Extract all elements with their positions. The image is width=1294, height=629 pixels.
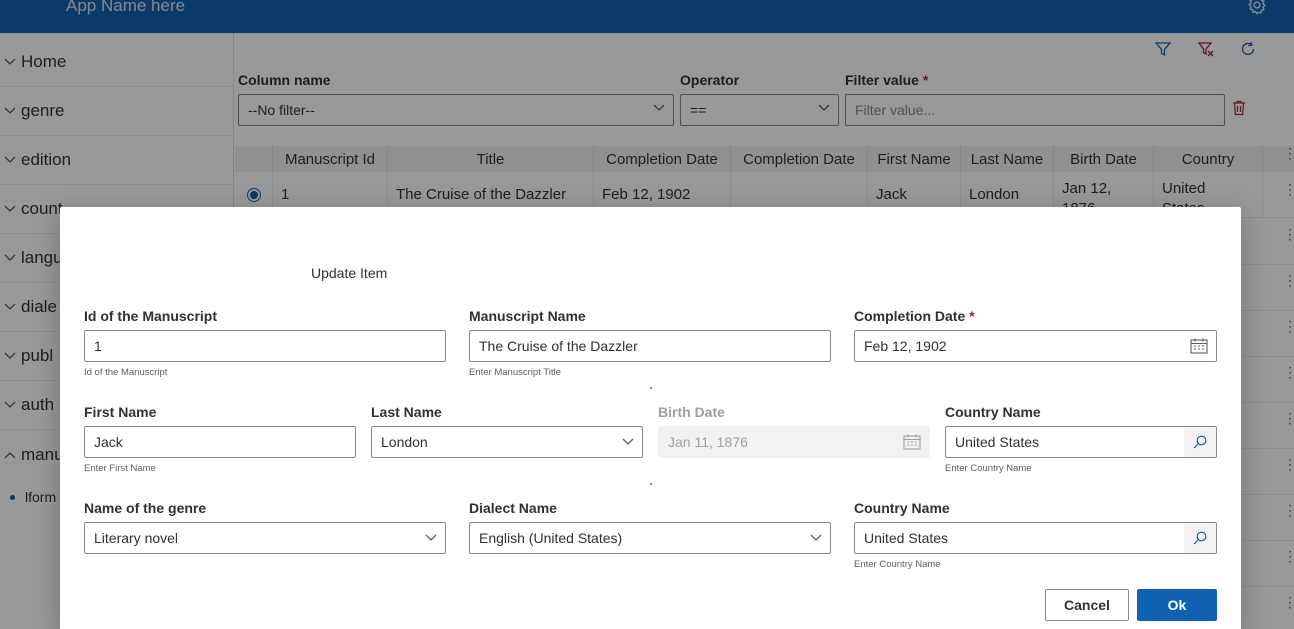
dialect-value: English (United States) [479, 530, 623, 546]
completion-date-label-text: Completion Date [854, 308, 966, 324]
country-name-2-label: Country Name [854, 500, 950, 516]
update-item-dialog: Update Item Id of the Manuscript 1 Id of… [60, 207, 1241, 629]
divider-dot [650, 483, 652, 485]
country-name-2-value: United States [864, 530, 949, 546]
country-name-2-hint: Enter Country Name [854, 559, 941, 570]
cancel-button[interactable]: Cancel [1045, 589, 1129, 621]
country-name-label: Country Name [945, 404, 1041, 420]
country-2-search-button[interactable] [1184, 523, 1216, 553]
country-name-2-search[interactable]: United States [854, 522, 1217, 554]
first-name-hint: Enter First Name [84, 463, 156, 474]
divider-dot [650, 387, 652, 389]
id-label: Id of the Manuscript [84, 308, 217, 324]
manuscript-name-hint: Enter Manuscript Title [469, 367, 561, 378]
country-name-value: United States [955, 434, 1040, 450]
dialog-title: Update Item [311, 265, 388, 281]
dialect-label: Dialect Name [469, 500, 557, 516]
completion-date-label: Completion Date * [854, 308, 975, 324]
manuscript-name-value: The Cruise of the Dazzler [479, 338, 638, 354]
birth-date-picker: Jan 11, 1876 [658, 426, 930, 458]
manuscript-name-label: Manuscript Name [469, 308, 586, 324]
completion-date-value: Feb 12, 1902 [864, 338, 947, 354]
birth-date-label: Birth Date [658, 404, 725, 420]
country-name-search[interactable]: United States [945, 426, 1217, 458]
required-marker: * [969, 308, 975, 324]
country-search-button[interactable] [1184, 427, 1216, 457]
search-icon [1193, 531, 1207, 545]
genre-value: Literary novel [94, 530, 179, 546]
last-name-dropdown[interactable]: London [371, 426, 643, 458]
completion-date-picker[interactable]: Feb 12, 1902 [854, 330, 1217, 362]
chevron-down-icon [425, 534, 437, 541]
genre-dropdown[interactable]: Literary novel [84, 522, 446, 554]
first-name-field[interactable]: Jack [84, 426, 356, 458]
id-hint: Id of the Manuscript [84, 367, 168, 378]
chevron-down-icon [622, 438, 634, 445]
genre-label: Name of the genre [84, 500, 207, 516]
country-name-hint: Enter Country Name [945, 463, 1032, 474]
ok-button[interactable]: Ok [1137, 589, 1217, 621]
dialect-dropdown[interactable]: English (United States) [469, 522, 831, 554]
calendar-icon[interactable] [1190, 338, 1208, 354]
first-name-value: Jack [94, 434, 123, 450]
chevron-down-icon [810, 534, 822, 541]
id-field[interactable]: 1 [84, 330, 446, 362]
first-name-label: First Name [84, 404, 157, 420]
last-name-value: London [381, 434, 428, 450]
birth-date-value: Jan 11, 1876 [668, 434, 748, 450]
manuscript-name-field[interactable]: The Cruise of the Dazzler [469, 330, 831, 362]
search-icon [1193, 435, 1207, 449]
id-value: 1 [94, 338, 102, 354]
calendar-icon [903, 434, 921, 450]
last-name-label: Last Name [371, 404, 442, 420]
